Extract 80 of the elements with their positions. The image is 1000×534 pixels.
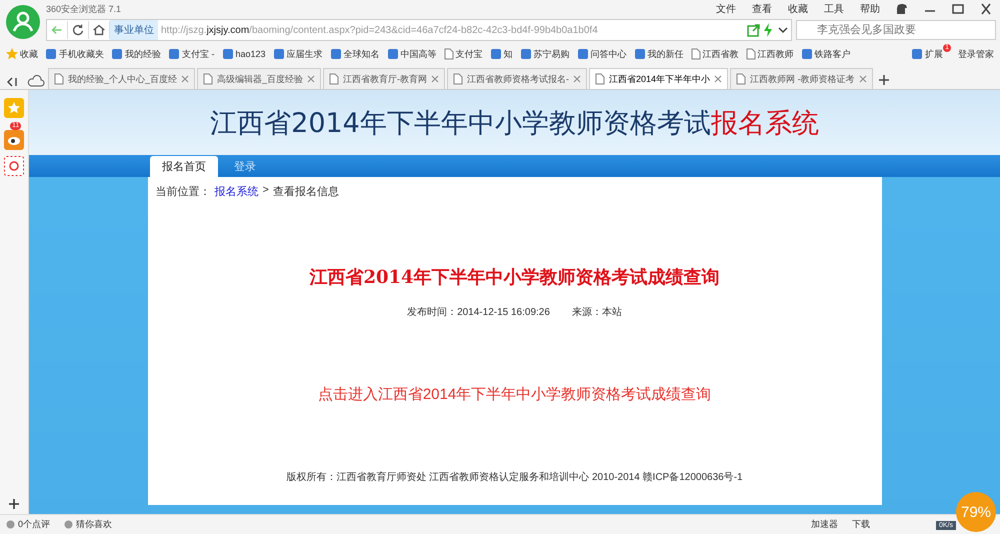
site-icon [272,48,285,60]
bookmark-item[interactable]: 全球知名 [330,48,380,60]
bookmark-item[interactable]: 支付宝 [444,48,483,60]
site-icon [330,48,342,60]
page-icon [736,73,746,85]
site-icon [576,48,589,60]
bookmark-item[interactable]: 铁路客户 [800,48,851,60]
bookmark-item[interactable]: 中国高等 [386,48,437,60]
page-icon [595,73,606,85]
user-avatar-icon[interactable] [6,5,40,39]
article-title: 江西省2014年下半年中小学教师资格考试成绩查询 [309,266,720,289]
page-icon [746,48,756,60]
browser-tab[interactable]: 江西省教育厅-教育网 [323,68,446,89]
status-item[interactable]: 加速器 [811,518,838,531]
eye-icon[interactable] [4,130,24,150]
menu-item[interactable]: 文件 [716,2,736,16]
url-text: http://jszg.jxjsjy.com/baoming/content.aspx?pid=243&cid=46a7cf24-b82c-42c3-bd4f-99b4b0a1b0f4 [161,24,599,36]
site-icon [490,48,502,60]
browser-tab[interactable]: 江西省2014年下半年中小 [589,68,728,89]
status-item[interactable]: 0个点评 [6,518,50,531]
site-icon [111,48,123,60]
page-icon [690,48,701,60]
breadcrumb-current: 查看报名信息 [272,185,339,199]
browser-tab[interactable]: 江西省教师资格考试报名- [447,68,588,89]
bookmark-item[interactable]: 支付宝 - [168,48,214,60]
menu-item[interactable]: 工具 [824,2,844,16]
bookmark-item[interactable]: 江西省教 [690,48,739,60]
add-icon[interactable] [8,498,20,510]
page-icon [203,73,214,85]
source-text: 来源：本站 [572,306,622,319]
cloud-icon[interactable] [26,75,46,89]
bookmark-item[interactable]: 我的新任 [634,48,684,60]
search-field[interactable]: 李克强会见多国政要 [796,20,996,40]
site-icon [168,48,180,60]
bookmark-item[interactable]: 我的经验 [111,48,161,60]
browser-tab[interactable]: 我的经验_个人中心_百度经 [48,68,196,89]
status-item[interactable]: 下载 [852,518,870,531]
menu-item[interactable]: 收藏 [788,2,808,16]
window-title: 360安全浏览器 7.1 [46,2,122,16]
bookmark-item[interactable]: 问答中心 [576,48,627,60]
menu-item[interactable]: 帮助 [860,2,880,16]
bookmark-item[interactable]: 苏宁易购 [520,48,570,60]
copyright-text: 版权所有：江西省教育厅师资处 江西省教师资格认定服务和培训中心 2010-2014 赣ICP备12000636号-1 [286,470,743,484]
page-icon [453,73,464,85]
share-icon[interactable] [747,23,761,37]
results-link[interactable]: 点击进入江西省2014年下半年中小学教师资格考试成绩查询 [318,385,712,404]
page-icon [444,48,454,60]
page-icon [329,73,340,85]
site-icon [45,48,57,60]
bookmark-item[interactable]: 收藏 [6,48,38,60]
site-icon [520,48,532,60]
site-icon [222,48,234,60]
nav-tab[interactable]: 报名首页 [150,156,218,177]
extensions-button[interactable]: 扩展 [911,48,944,60]
dot-icon [64,520,74,529]
dot-icon [6,520,15,529]
breadcrumb-link[interactable]: 报名系统 [214,184,258,199]
menu-item[interactable]: 查看 [752,2,772,16]
page-icon [54,73,64,85]
login-manager-button[interactable]: 登录管家 [958,48,994,60]
breadcrumb-separator: > [262,184,269,198]
breadcrumb-label: 当前位置： [156,185,210,199]
bookmark-item[interactable]: 手机收藏夹 [45,48,104,60]
bookmark-item[interactable]: 应届生求 [272,48,323,60]
status-item[interactable]: 猜你喜欢 [64,518,112,531]
site-icon [911,48,924,60]
site-icon [800,48,813,60]
star-icon [6,48,18,60]
site-icon [634,48,646,60]
browser-tab[interactable]: 高级编辑器_百度经验 [197,68,322,89]
bookmark-item[interactable]: hao123 [222,48,266,60]
bookmark-item[interactable]: 江西教师 [746,48,794,60]
banner-title: 江西省2014年下半年中小学教师资格考试报名系统 [210,106,819,140]
site-icon [386,48,399,60]
mail-icon[interactable] [4,156,24,176]
publish-time: 发布时间：2014-12-15 16:09:26 [407,306,550,319]
address-bar[interactable]: 事业单位 http://jszg.jxjsjy.com/baoming/content.aspx?pid=243&cid=46a7cf24-b82c-42c3-bd4f-99b4b0a1b0f4 [46,19,792,41]
bookmark-item[interactable]: 知 [490,48,513,60]
browser-tab[interactable]: 江西教师网 -教师资格证考 [730,68,873,89]
zone-label: 事业单位 [110,20,158,40]
